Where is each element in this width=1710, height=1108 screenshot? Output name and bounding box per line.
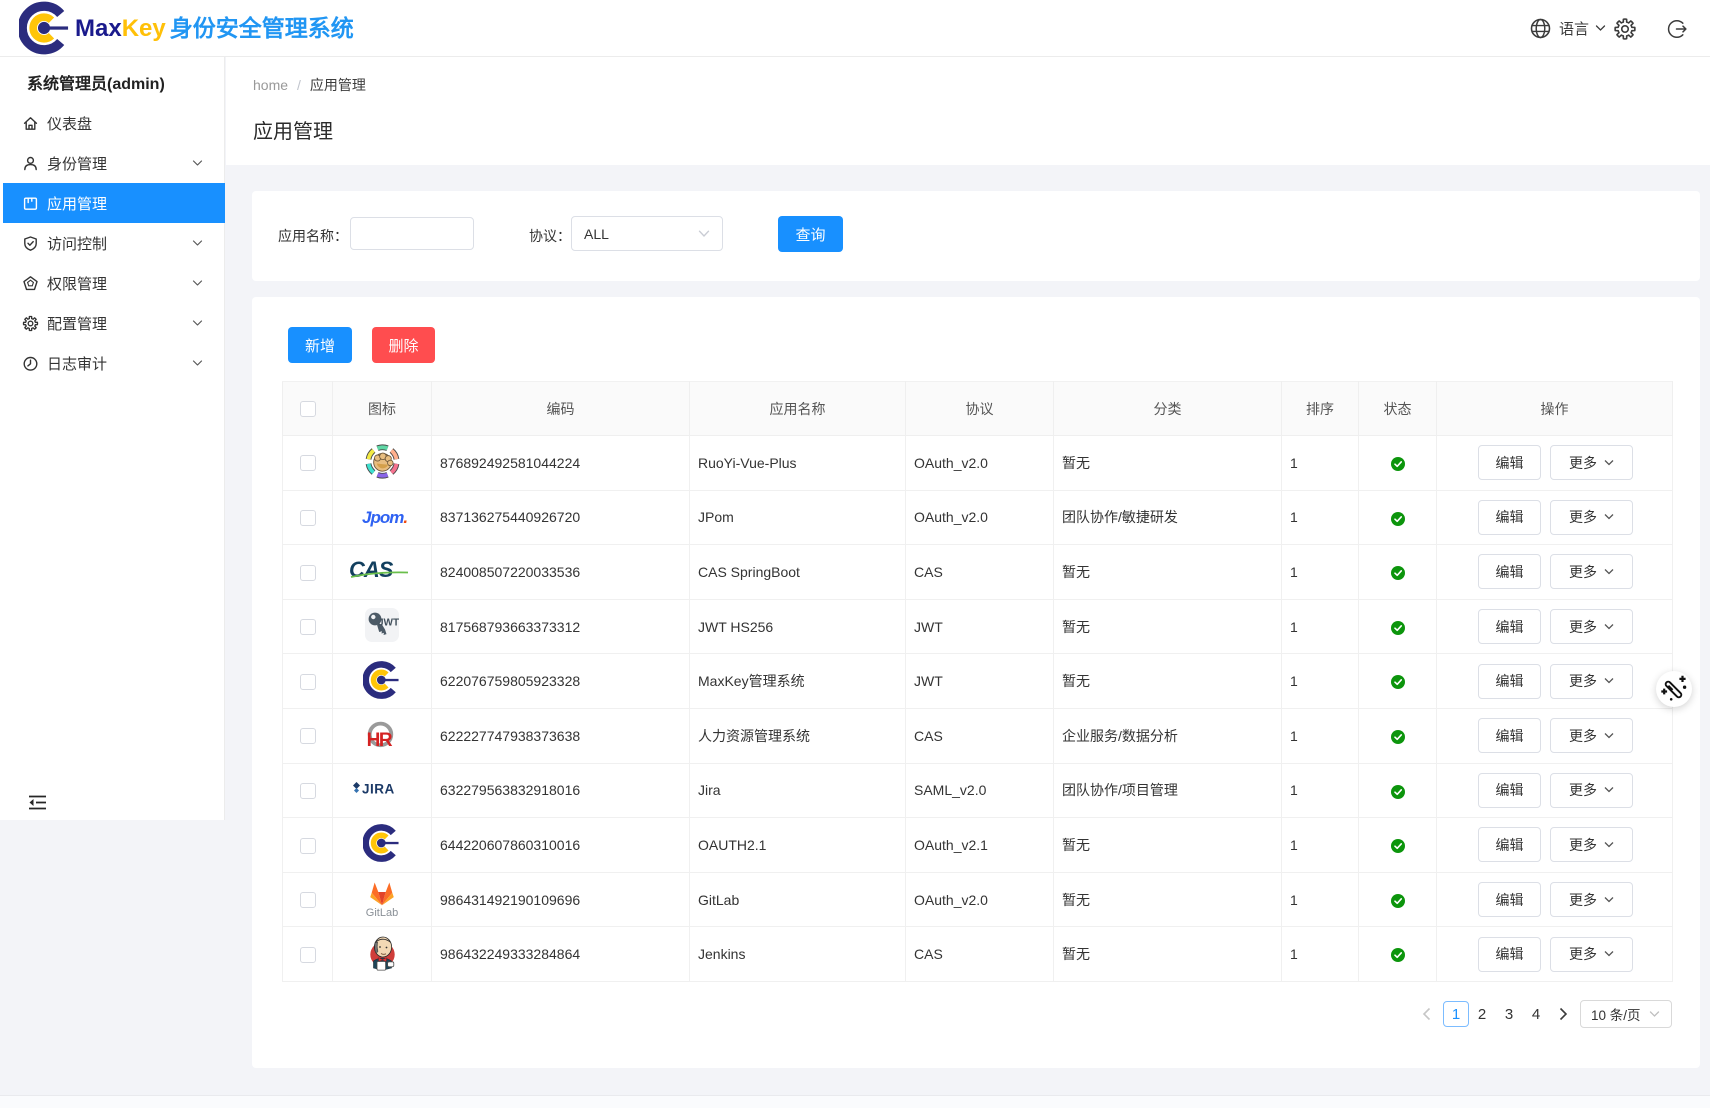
svg-text:JIRA: JIRA — [362, 781, 395, 796]
svg-text:CAS: CAS — [349, 557, 394, 582]
svg-text:JWT: JWT — [378, 617, 399, 628]
svg-text:HR: HR — [367, 730, 393, 751]
